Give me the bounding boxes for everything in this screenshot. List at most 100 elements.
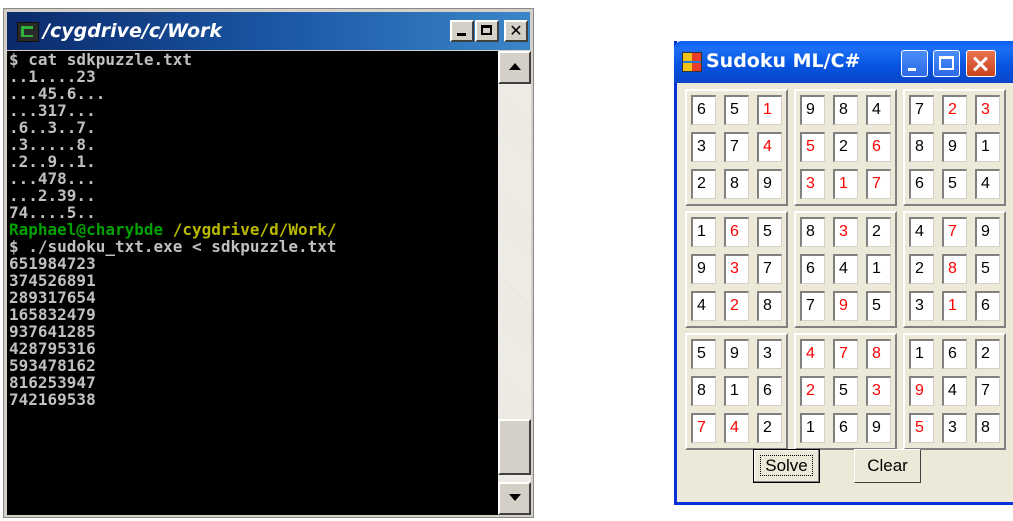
maximize-button[interactable] — [475, 20, 499, 42]
sudoku-cell[interactable]: 9 — [909, 376, 934, 406]
sudoku-cell[interactable]: 2 — [691, 169, 716, 199]
sudoku-cell[interactable]: 7 — [909, 95, 934, 125]
sudoku-block: 984 526 317 — [794, 89, 897, 206]
sudoku-cell[interactable]: 1 — [975, 132, 1000, 162]
vertical-scrollbar[interactable] — [498, 51, 531, 515]
minimize-button[interactable] — [450, 20, 474, 42]
sudoku-cell[interactable]: 9 — [975, 217, 1000, 247]
close-button[interactable] — [966, 50, 996, 77]
sudoku-cell[interactable]: 3 — [942, 413, 967, 443]
sudoku-cell[interactable]: 5 — [724, 95, 749, 125]
sudoku-cell[interactable]: 8 — [942, 254, 967, 284]
sudoku-cell[interactable]: 6 — [942, 339, 967, 369]
app-icon[interactable] — [682, 52, 702, 72]
minimize-button[interactable] — [901, 50, 928, 77]
sudoku-cell[interactable]: 6 — [757, 376, 782, 406]
sudoku-cell[interactable]: 5 — [909, 413, 934, 443]
sudoku-cell[interactable]: 4 — [691, 291, 716, 321]
scroll-down-button[interactable] — [498, 482, 531, 515]
sudoku-cell[interactable]: 7 — [757, 254, 782, 284]
sudoku-cell[interactable]: 3 — [757, 339, 782, 369]
sudoku-cell[interactable]: 7 — [975, 376, 1000, 406]
sudoku-cell[interactable]: 9 — [757, 169, 782, 199]
sudoku-cell[interactable]: 7 — [833, 339, 858, 369]
sudoku-cell[interactable]: 7 — [800, 291, 825, 321]
sudoku-cell[interactable]: 5 — [866, 291, 891, 321]
sudoku-title: Sudoku ML/C# — [706, 50, 861, 72]
sudoku-cell[interactable]: 9 — [942, 132, 967, 162]
sudoku-cell[interactable]: 2 — [866, 217, 891, 247]
sudoku-cell[interactable]: 8 — [833, 95, 858, 125]
sudoku-cell[interactable]: 5 — [942, 169, 967, 199]
sudoku-cell[interactable]: 1 — [833, 169, 858, 199]
sudoku-cell[interactable]: 4 — [866, 95, 891, 125]
sudoku-cell[interactable]: 2 — [800, 376, 825, 406]
sudoku-cell[interactable]: 3 — [975, 95, 1000, 125]
sudoku-cell[interactable]: 6 — [833, 413, 858, 443]
sudoku-cell[interactable]: 3 — [691, 132, 716, 162]
sudoku-cell[interactable]: 9 — [833, 291, 858, 321]
maximize-button[interactable] — [933, 50, 960, 77]
sudoku-cell[interactable]: 8 — [724, 169, 749, 199]
sudoku-cell[interactable]: 9 — [800, 95, 825, 125]
sudoku-cell[interactable]: 2 — [757, 413, 782, 443]
sudoku-cell[interactable]: 8 — [975, 413, 1000, 443]
sudoku-cell[interactable]: 1 — [724, 376, 749, 406]
sudoku-cell[interactable]: 8 — [909, 132, 934, 162]
solve-button[interactable]: Solve — [753, 449, 820, 483]
sudoku-cell[interactable]: 4 — [833, 254, 858, 284]
sudoku-cell[interactable]: 2 — [975, 339, 1000, 369]
sudoku-cell[interactable]: 4 — [757, 132, 782, 162]
sudoku-cell[interactable]: 1 — [942, 291, 967, 321]
sudoku-cell[interactable]: 8 — [866, 339, 891, 369]
clear-button[interactable]: Clear — [854, 449, 921, 483]
sudoku-cell[interactable]: 5 — [800, 132, 825, 162]
sudoku-cell[interactable]: 3 — [724, 254, 749, 284]
sudoku-cell[interactable]: 8 — [800, 217, 825, 247]
sudoku-cell[interactable]: 7 — [866, 169, 891, 199]
sudoku-cell[interactable]: 5 — [975, 254, 1000, 284]
sudoku-cell[interactable]: 6 — [691, 95, 716, 125]
sudoku-cell[interactable]: 5 — [833, 376, 858, 406]
sudoku-cell[interactable]: 8 — [757, 291, 782, 321]
close-button[interactable]: ✕ — [504, 20, 528, 42]
scroll-thumb[interactable] — [498, 419, 531, 475]
sudoku-cell[interactable]: 1 — [757, 95, 782, 125]
sudoku-cell[interactable]: 4 — [942, 376, 967, 406]
sudoku-cell[interactable]: 9 — [691, 254, 716, 284]
sudoku-cell[interactable]: 3 — [800, 169, 825, 199]
sudoku-cell[interactable]: 6 — [975, 291, 1000, 321]
sudoku-cell[interactable]: 3 — [866, 376, 891, 406]
sudoku-cell[interactable]: 4 — [800, 339, 825, 369]
sudoku-cell[interactable]: 2 — [833, 132, 858, 162]
sudoku-cell[interactable]: 9 — [866, 413, 891, 443]
terminal-output[interactable]: $ cat sdkpuzzle.txt ..1....23 ...45.6.....… — [7, 51, 498, 515]
sudoku-cell[interactable]: 6 — [866, 132, 891, 162]
sudoku-cell[interactable]: 7 — [691, 413, 716, 443]
sudoku-cell[interactable]: 2 — [942, 95, 967, 125]
sudoku-cell[interactable]: 5 — [691, 339, 716, 369]
sudoku-cell[interactable]: 6 — [909, 169, 934, 199]
sudoku-cell[interactable]: 7 — [724, 132, 749, 162]
sudoku-cell[interactable]: 4 — [909, 217, 934, 247]
sudoku-cell[interactable]: 6 — [724, 217, 749, 247]
sudoku-cell[interactable]: 5 — [757, 217, 782, 247]
sudoku-cell[interactable]: 1 — [691, 217, 716, 247]
sudoku-titlebar[interactable]: Sudoku ML/C# — [674, 41, 1013, 83]
sudoku-cell[interactable]: 3 — [833, 217, 858, 247]
sudoku-cell[interactable]: 2 — [909, 254, 934, 284]
sudoku-cell[interactable]: 4 — [724, 413, 749, 443]
terminal-icon[interactable] — [17, 22, 39, 42]
sudoku-cell[interactable]: 3 — [909, 291, 934, 321]
terminal-titlebar[interactable]: /cygdrive/c/Work ✕ — [7, 12, 530, 50]
scroll-up-button[interactable] — [498, 51, 531, 84]
sudoku-cell[interactable]: 6 — [800, 254, 825, 284]
sudoku-cell[interactable]: 7 — [942, 217, 967, 247]
sudoku-cell[interactable]: 2 — [724, 291, 749, 321]
sudoku-cell[interactable]: 8 — [691, 376, 716, 406]
sudoku-cell[interactable]: 1 — [800, 413, 825, 443]
sudoku-cell[interactable]: 9 — [724, 339, 749, 369]
sudoku-cell[interactable]: 4 — [975, 169, 1000, 199]
sudoku-cell[interactable]: 1 — [866, 254, 891, 284]
sudoku-cell[interactable]: 1 — [909, 339, 934, 369]
